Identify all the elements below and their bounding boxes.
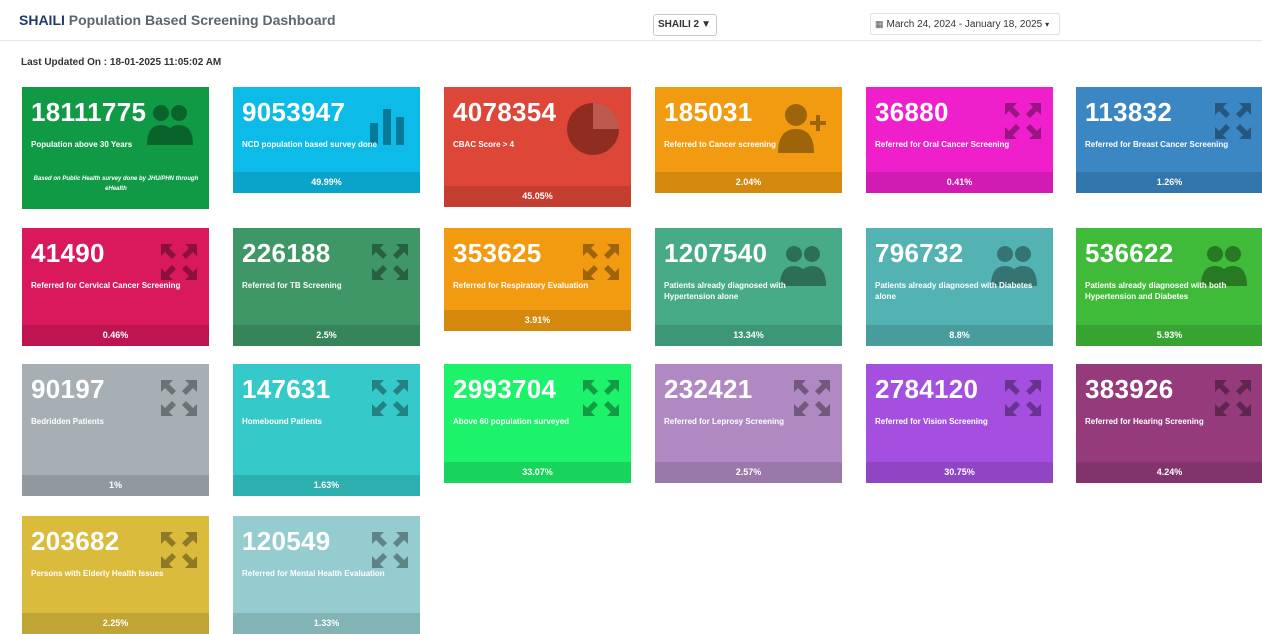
tile-label: Referred for Vision Screening [875, 417, 988, 426]
tile-value: 9053947 [242, 97, 346, 127]
tile-value: 4078354 [453, 97, 557, 127]
stat-tile[interactable]: 113832 Referred for Breast Cancer Screeni… [1076, 87, 1262, 193]
stat-tile[interactable]: 796732 Patients already diagnosed with Di… [866, 228, 1053, 346]
tile-label: Patients already diagnosed with Diabetes… [875, 281, 1033, 301]
tile-percent: 1.33% [233, 613, 420, 634]
tile-percent: 0.41% [866, 172, 1053, 193]
program-select-value: SHAILI 2 [658, 19, 700, 30]
tile-percent: 33.07% [444, 462, 631, 483]
brand-name: SHAILI [19, 12, 65, 28]
stat-tile[interactable]: 203682 Persons with Elderly Health Issues… [22, 516, 209, 634]
tile-label: Referred for Respiratory Evaluation [453, 281, 589, 290]
stat-tile[interactable]: 536622 Patients already diagnosed with bo… [1076, 228, 1262, 346]
tile-percent: 2.57% [655, 462, 842, 483]
tile-percent: 2.25% [22, 613, 209, 634]
tile-percent: 0.46% [22, 325, 209, 346]
title-text: Population Based Screening Dashboard [64, 12, 336, 28]
tile-percent: 8.8% [866, 325, 1053, 346]
tile-value: 185031 [664, 97, 753, 127]
tile-label: Above 60 population surveyed [453, 417, 570, 426]
tile-value: 120549 [242, 526, 331, 556]
tile-percent: 13.34% [655, 325, 842, 346]
chevron-down-icon: ▼ [701, 19, 712, 30]
tile-value: 113832 [1085, 97, 1173, 127]
stat-tile[interactable]: 41490 Referred for Cervical Cancer Screen… [22, 228, 209, 346]
tile-label: Referred for Cervical Cancer Screening [31, 281, 181, 290]
stat-tile[interactable]: 1207540 Patients already diagnosed with H… [655, 228, 842, 346]
pie-chart-icon [565, 101, 621, 162]
tile-label: Population above 30 Years [31, 140, 133, 149]
stat-tile[interactable]: 353625 Referred for Respiratory Evaluatio… [444, 228, 631, 331]
tile-percent: 2.04% [655, 172, 842, 193]
stat-tile[interactable]: 18111775 Population above 30 Years Based o… [22, 87, 209, 209]
stat-tile[interactable]: 2993704 Above 60 population surveyed 33.07… [444, 364, 631, 483]
tile-label: Referred for Oral Cancer Screening [875, 140, 1010, 149]
tile-value: 18111775 [31, 97, 147, 127]
tile-value: 147631 [242, 374, 331, 404]
stat-tile[interactable]: 90197 Bedridden Patients 1% [22, 364, 209, 496]
stat-tile[interactable]: 36880 Referred for Oral Cancer Screening 0… [866, 87, 1053, 193]
tile-label: Patients already diagnosed with Hyperten… [664, 281, 786, 301]
tile-label: Referred for Mental Health Evaluation [242, 569, 385, 578]
tile-label: Referred for Breast Cancer Screening [1085, 140, 1229, 149]
tile-percent: 5.93% [1076, 325, 1262, 346]
tile-label: Referred to Cancer screening [664, 140, 777, 149]
tile-note: Based on Public Health survey done by JH… [33, 176, 199, 192]
tile-percent: 3.91% [444, 310, 631, 331]
tile-value: 1207540 [664, 238, 768, 268]
stat-tile[interactable]: 2784120 Referred for Vision Screening 30.7… [866, 364, 1053, 483]
tile-label: Bedridden Patients [31, 417, 104, 426]
stat-tile[interactable]: 185031 Referred to Cancer screening 2.04% [655, 87, 842, 193]
stat-tile[interactable]: 383926 Referred for Hearing Screening 4.24… [1076, 364, 1262, 483]
stat-tile[interactable]: 147631 Homebound Patients 1.63% [233, 364, 420, 496]
caret-down-icon: ▾ [1045, 20, 1050, 29]
tile-percent: 1.26% [1076, 172, 1262, 193]
dashboard-header: SHAILI Population Based Screening Dashbo… [0, 0, 1262, 41]
tile-value: 90197 [31, 374, 105, 404]
tile-value: 226188 [242, 238, 331, 268]
stat-tile[interactable]: 120549 Referred for Mental Health Evaluat… [233, 516, 420, 634]
tile-value: 203682 [31, 526, 120, 556]
date-range-picker[interactable]: ▦ March 24, 2024 - January 18, 2025 ▾ [870, 13, 1060, 35]
tile-percent: 4.24% [1076, 462, 1262, 483]
calendar-icon: ▦ [875, 19, 884, 29]
tile-value: 2993704 [453, 374, 557, 404]
tile-value: 353625 [453, 238, 542, 268]
stat-tile[interactable]: 232421 Referred for Leprosy Screening 2.57… [655, 364, 842, 483]
tile-value: 383926 [1085, 374, 1174, 404]
tile-value: 536622 [1085, 238, 1174, 268]
page-title: SHAILI Population Based Screening Dashbo… [19, 12, 336, 28]
tile-percent: 2.5% [233, 325, 420, 346]
stat-tile[interactable]: 4078354 CBAC Score > 4 45.05% [444, 87, 631, 207]
tile-label: Persons with Elderly Health Issues [31, 569, 164, 578]
tile-value: 41490 [31, 238, 105, 268]
tile-value: 232421 [664, 374, 753, 404]
program-select[interactable]: SHAILI 2 ▼ [653, 14, 717, 36]
tile-label: Patients already diagnosed with both Hyp… [1085, 281, 1227, 301]
date-range-value: March 24, 2024 - January 18, 2025 [886, 19, 1043, 30]
tile-label: Referred for TB Screening [242, 281, 342, 290]
tile-label: Referred for Leprosy Screening [664, 417, 785, 426]
tile-percent: 30.75% [866, 462, 1053, 483]
tile-value: 2784120 [875, 374, 979, 404]
tile-label: CBAC Score > 4 [453, 140, 515, 149]
tile-percent: 49.99% [233, 172, 420, 193]
tile-percent: 1.63% [233, 475, 420, 496]
stat-tile[interactable]: 226188 Referred for TB Screening 2.5% [233, 228, 420, 346]
last-updated: Last Updated On : 18-01-2025 11:05:02 AM [21, 57, 222, 68]
stat-tile[interactable]: 9053947 NCD population based survey done 4… [233, 87, 420, 193]
tile-value: 796732 [875, 238, 964, 268]
tile-label: Referred for Hearing Screening [1085, 417, 1204, 426]
tile-label: Homebound Patients [242, 417, 323, 426]
tile-value: 36880 [875, 97, 949, 127]
tile-percent: 45.05% [444, 186, 631, 207]
tile-percent: 1% [22, 475, 209, 496]
tile-label: NCD population based survey done [242, 140, 378, 149]
